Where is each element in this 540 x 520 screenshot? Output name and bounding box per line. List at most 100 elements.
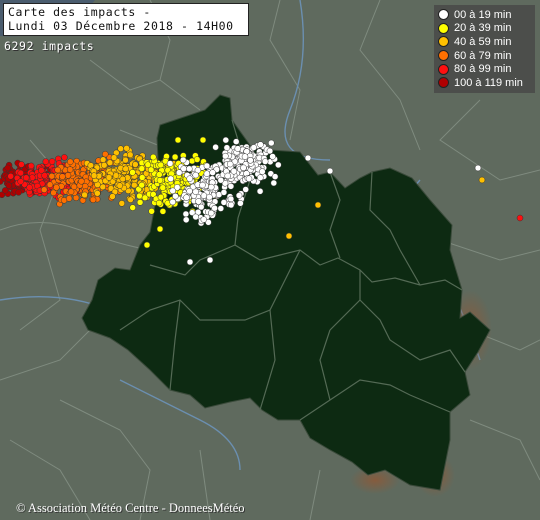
lightning-strike-dot	[40, 186, 48, 193]
lightning-strike-dot	[250, 144, 258, 151]
lightning-strike-dot	[247, 157, 254, 164]
lightning-strike-dot	[102, 150, 109, 158]
lightning-strike-dot	[180, 165, 187, 172]
legend-item: 00 à 19 min	[438, 8, 531, 22]
lightning-strike-dot	[226, 160, 234, 168]
lightning-strike-dot	[17, 178, 24, 185]
lightning-strike-dot	[186, 258, 194, 266]
legend-swatch-orange-circle-icon	[438, 36, 449, 48]
lightning-strike-dot	[66, 166, 74, 173]
lightning-strike-dot	[65, 195, 73, 202]
lightning-strike-dot	[166, 160, 174, 167]
lightning-strike-dot	[257, 141, 264, 148]
lightning-strike-dot	[257, 174, 264, 181]
lightning-strike-dot	[18, 161, 25, 168]
legend-item: 100 à 119 min	[438, 76, 531, 90]
lightning-strike-dot	[207, 209, 215, 217]
lightning-strike-dot	[182, 216, 190, 224]
lightning-strike-dot	[7, 173, 14, 180]
lightning-strike-dot	[195, 198, 202, 205]
lightning-strike-dot	[232, 138, 240, 145]
lightning-strike-dot	[90, 172, 98, 179]
lightning-strike-dot	[147, 166, 155, 174]
lightning-strike-dot	[179, 156, 187, 164]
legend-swatch-dark-red-circle-icon	[438, 77, 449, 89]
lightning-strike-dot	[200, 192, 208, 199]
lightning-strike-dot	[234, 145, 242, 152]
lightning-strike-dot	[110, 154, 118, 161]
lightning-strike-dot	[203, 170, 211, 177]
lightning-strike-dot	[203, 162, 211, 170]
lightning-strike-dot	[100, 161, 108, 169]
lightning-strike-dot	[192, 188, 199, 196]
lightning-strike-dot	[271, 173, 279, 180]
lightning-strike-dot	[200, 216, 208, 223]
lightning-strike-dot	[54, 166, 61, 174]
lightning-strike-dot	[143, 241, 151, 249]
lightning-strike-dot	[235, 192, 243, 199]
lightning-strike-dot	[105, 174, 113, 181]
lightning-strike-dot	[61, 154, 68, 161]
lightning-strike-dot	[192, 171, 199, 179]
lightning-strike-dot	[206, 193, 213, 201]
legend-swatch-white-circle-icon	[438, 9, 449, 21]
lightning-strike-dot	[245, 175, 253, 182]
lightning-strike-dot	[208, 183, 215, 191]
lightning-strike-dot	[132, 161, 139, 168]
lightning-strike-dot	[269, 153, 276, 160]
legend-label: 60 à 79 min	[454, 49, 512, 62]
lightning-strike-dot	[227, 183, 235, 190]
lightning-strike-dot	[4, 164, 11, 172]
legend-swatch-dark-orange-circle-icon	[438, 50, 449, 62]
lightning-strike-dot	[48, 158, 56, 165]
lightning-strike-dot	[64, 172, 72, 179]
lightning-strike-dot	[478, 176, 486, 184]
lightning-strike-dot	[217, 205, 225, 212]
lightning-strike-dot	[304, 154, 312, 162]
lightning-strike-dot	[17, 169, 24, 177]
lightning-strike-dot	[167, 175, 174, 183]
lightning-strike-dot	[156, 177, 164, 184]
legend-item: 20 à 39 min	[438, 22, 531, 36]
lightning-strike-dot	[186, 175, 193, 182]
lightning-strike-dot	[138, 181, 145, 189]
lightning-strike-dot	[155, 199, 163, 207]
lightning-strike-dot	[171, 153, 179, 161]
lightning-strike-dot	[314, 201, 322, 209]
lightning-strike-dot	[169, 187, 176, 195]
lightning-strike-dot	[157, 161, 164, 169]
lightning-strike-dot	[212, 143, 219, 151]
lightning-strike-dot	[275, 161, 282, 169]
lightning-strike-dot	[230, 168, 238, 175]
lightning-strike-dot	[222, 152, 229, 160]
lightning-strike-dot	[106, 159, 114, 166]
lightning-strike-dot	[94, 190, 101, 197]
lightning-strike-dot	[159, 208, 167, 215]
lightning-strike-dot	[182, 210, 190, 218]
lightning-strike-dot	[172, 192, 179, 200]
lightning-strike-dot	[126, 151, 134, 159]
lightning-strike-dot	[81, 191, 88, 199]
lightning-strike-dot	[81, 183, 89, 190]
lightning-strike-dot	[136, 199, 144, 206]
lightning-strike-dot	[197, 203, 205, 211]
lightning-strike-dot	[186, 165, 193, 173]
legend: 00 à 19 min 20 à 39 min 40 à 59 min 60 à…	[434, 5, 535, 93]
lightning-strike-dot	[15, 189, 22, 196]
legend-label: 40 à 59 min	[454, 35, 512, 48]
lightning-strike-dot	[156, 171, 163, 178]
lightning-strike-dot	[199, 181, 206, 189]
lightning-strike-dot	[217, 176, 225, 184]
lightning-strike-dot	[22, 174, 30, 181]
map-title-box: Carte des impacts - Lundi 03 Décembre 20…	[3, 3, 249, 36]
lightning-strike-dot	[268, 139, 275, 147]
lightning-strike-dot	[193, 156, 201, 163]
lightning-strike-dot	[209, 169, 216, 176]
lightning-strike-dot	[127, 196, 134, 203]
lightning-strike-dot	[156, 225, 164, 233]
lightning-strike-dot	[138, 165, 146, 172]
lightning-strike-dot	[122, 165, 129, 173]
lightning-strike-dot	[259, 168, 266, 175]
lightning-strike-dot	[99, 156, 107, 163]
lightning-strike-dot	[186, 187, 193, 195]
